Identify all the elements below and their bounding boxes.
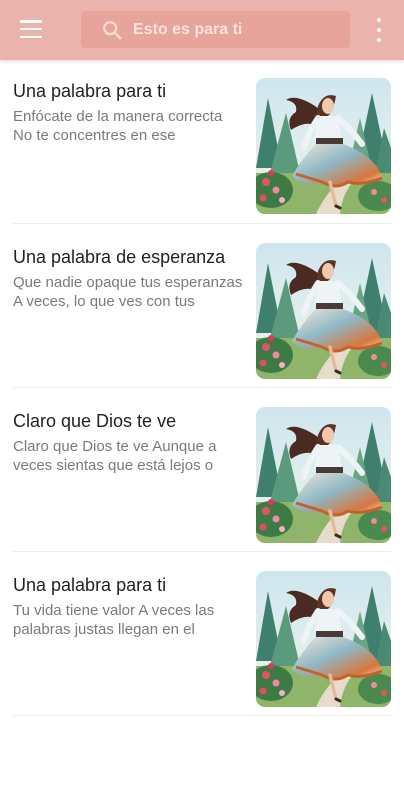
woman-dancing-painting [256,407,391,543]
post-thumbnail[interactable] [256,571,391,707]
woman-dancing-painting [256,571,391,707]
woman-dancing-painting [256,78,391,214]
post-snippet: Claro que Dios te ve Aunque a veces sien… [13,438,217,474]
search-icon [103,21,122,40]
search-bar[interactable] [81,11,350,48]
app-bar [0,0,404,60]
post-snippet: Tu vida tiene valor A veces las palabras… [13,602,215,638]
list-item[interactable]: Una palabra de esperanza Que nadie opaqu… [13,224,391,388]
post-thumbnail[interactable] [256,407,391,543]
list-item[interactable]: Una palabra para ti Enfócate de la maner… [13,60,391,224]
more-vert-icon[interactable] [372,18,386,42]
post-title: Una palabra para ti [13,81,167,101]
post-title: Una palabra para ti [13,575,167,595]
post-title: Una palabra de esperanza [13,247,226,267]
post-list: Una palabra para ti Enfócate de la maner… [0,60,404,716]
post-snippet: Enfócate de la manera correcta No te con… [13,108,223,144]
hamburger-menu-icon[interactable] [20,20,42,38]
search-input[interactable] [133,11,338,48]
post-snippet: Que nadie opaque tus esperanzas A veces,… [13,274,243,310]
list-item[interactable]: Claro que Dios te ve Claro que Dios te v… [13,388,391,552]
post-thumbnail[interactable] [256,243,391,379]
post-thumbnail[interactable] [256,78,391,214]
post-title: Claro que Dios te ve [13,411,177,431]
woman-dancing-painting [256,243,391,379]
list-item[interactable]: Una palabra para ti Tu vida tiene valor … [13,552,391,716]
